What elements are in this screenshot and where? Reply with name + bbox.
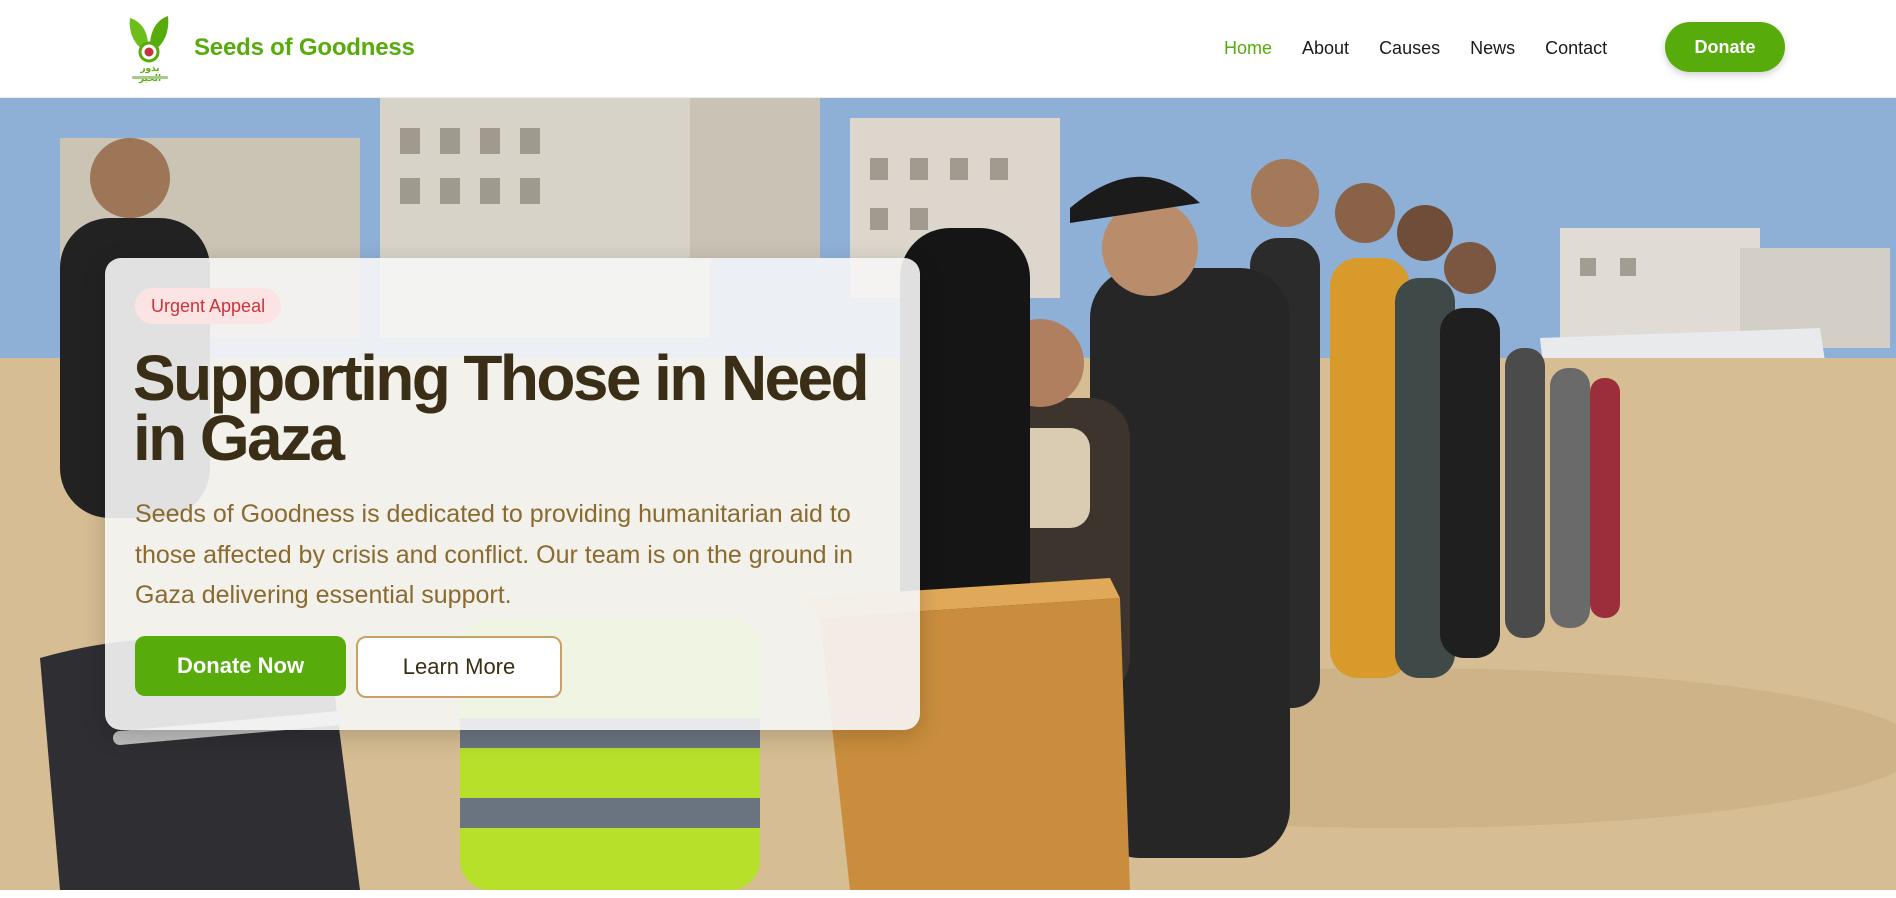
urgent-appeal-badge: Urgent Appeal — [135, 288, 282, 324]
page-bottom-edge — [0, 890, 1896, 898]
header-donate-button[interactable]: Donate — [1665, 22, 1785, 72]
donate-now-button[interactable]: Donate Now — [135, 636, 346, 696]
hero-card: Urgent Appeal Supporting Those in Need i… — [105, 258, 920, 730]
learn-more-button[interactable]: Learn More — [356, 636, 562, 698]
brand-name: Seeds of Goodness — [194, 34, 415, 61]
hero-title: Supporting Those in Need in Gaza — [133, 342, 870, 474]
brand-link[interactable]: بذور الخير Seeds of Goodness — [126, 12, 415, 84]
sprout-icon — [129, 16, 169, 63]
nav-contact[interactable]: Contact — [1545, 38, 1607, 59]
hero-section: Urgent Appeal Supporting Those in Need i… — [0, 98, 1896, 890]
logo: بذور الخير — [126, 12, 172, 84]
logo-arabic-text: بذور الخير — [138, 64, 162, 84]
main-nav: Home About Causes News Contact — [1224, 0, 1637, 96]
nav-causes[interactable]: Causes — [1379, 38, 1440, 59]
hero-description: Seeds of Goodness is dedicated to provid… — [135, 500, 853, 609]
nav-news[interactable]: News — [1470, 38, 1515, 59]
nav-home[interactable]: Home — [1224, 38, 1272, 59]
logo-tagline — [132, 76, 168, 79]
site-header: بذور الخير Seeds of Goodness Home About … — [0, 0, 1896, 98]
nav-about[interactable]: About — [1302, 38, 1349, 59]
